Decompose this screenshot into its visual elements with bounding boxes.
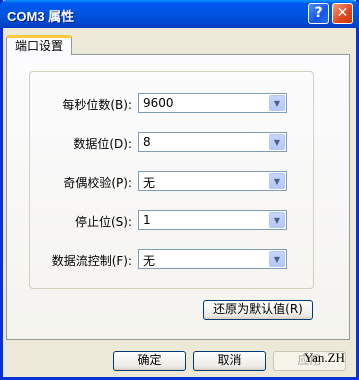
parity-label: 奇偶校验(P): (63, 176, 132, 190)
help-button[interactable]: ? (308, 3, 329, 24)
close-button[interactable]: ✕ (332, 3, 353, 24)
bits-per-second-value: 9600 (143, 96, 174, 110)
chevron-down-icon[interactable]: ▼ (269, 95, 285, 111)
title-bar[interactable]: COM3 属性 ? ✕ (0, 0, 359, 28)
close-icon: ✕ (336, 5, 349, 21)
data-bits-select[interactable]: 8 ▼ (138, 132, 287, 152)
restore-defaults-button[interactable]: 还原为默认值(R) (203, 300, 313, 320)
window-title: COM3 属性 (7, 9, 75, 24)
stop-bits-value: 1 (143, 213, 151, 227)
flow-control-select[interactable]: 无 ▼ (138, 249, 287, 269)
data-bits-label: 数据位(D): (73, 137, 132, 151)
chevron-down-icon[interactable]: ▼ (269, 251, 285, 267)
cancel-button[interactable]: 取消 (193, 351, 266, 371)
parity-value: 无 (143, 176, 156, 190)
stop-bits-label: 停止位(S): (74, 215, 132, 229)
chevron-down-icon[interactable]: ▼ (269, 134, 285, 150)
chevron-down-icon[interactable]: ▼ (269, 173, 285, 189)
bits-per-second-label: 每秒位数(B): (62, 98, 132, 112)
help-icon: ? (314, 5, 323, 21)
bits-per-second-select[interactable]: 9600 ▼ (138, 93, 287, 113)
data-bits-value: 8 (143, 135, 151, 149)
flow-control-label: 数据流控制(F): (51, 254, 132, 268)
ok-button[interactable]: 确定 (113, 351, 186, 371)
flow-control-value: 无 (143, 254, 156, 268)
tab-port-settings[interactable]: 端口设置 (6, 35, 72, 55)
watermark-text: Yan.ZH (304, 350, 345, 365)
parity-select[interactable]: 无 ▼ (138, 171, 287, 191)
chevron-down-icon[interactable]: ▼ (269, 212, 285, 228)
stop-bits-select[interactable]: 1 ▼ (138, 210, 287, 230)
